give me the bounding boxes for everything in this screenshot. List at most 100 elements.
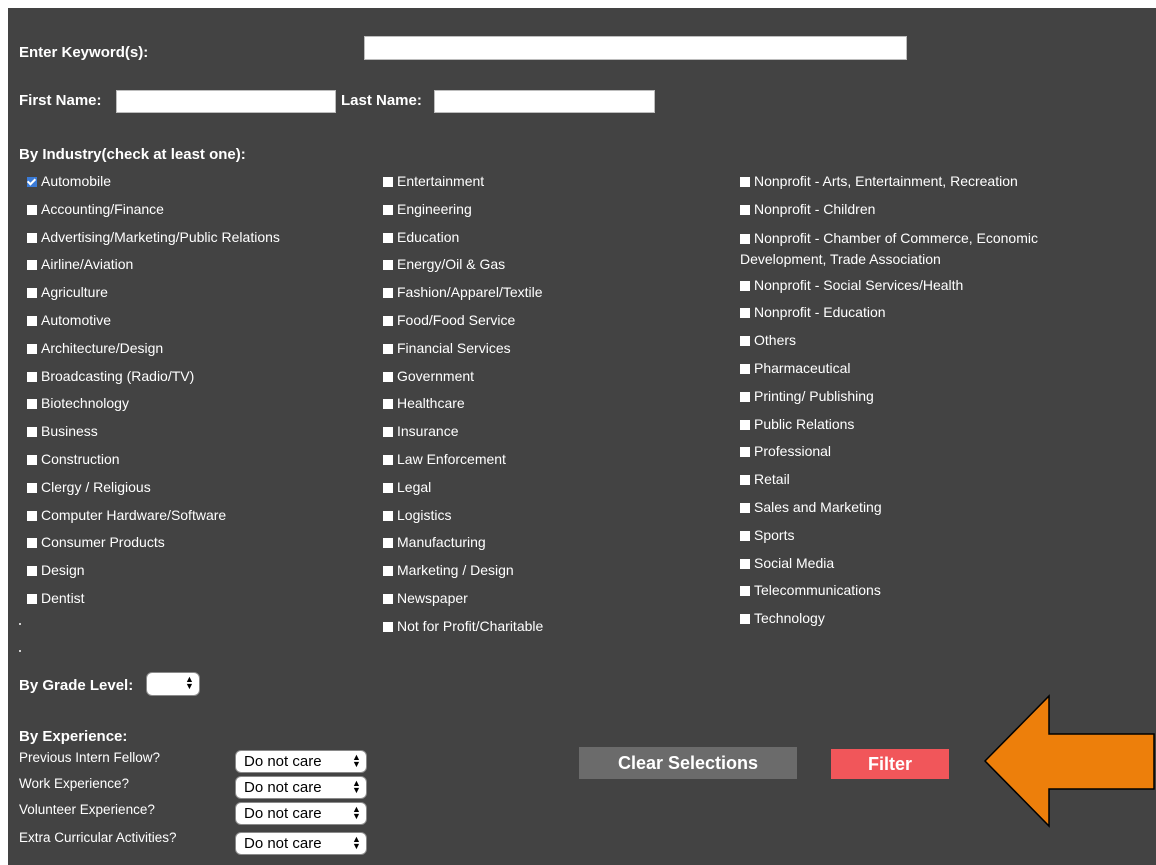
industry-item[interactable]: Airline/Aviation <box>27 255 367 283</box>
checkbox-checked[interactable] <box>27 177 37 187</box>
industry-item[interactable]: Nonprofit - Arts, Entertainment, Recreat… <box>740 172 1110 200</box>
checkbox[interactable] <box>740 336 750 347</box>
checkbox[interactable] <box>27 593 37 604</box>
industry-item[interactable]: Fashion/Apparel/Textile <box>383 283 723 311</box>
clear-selections-button[interactable]: Clear Selections <box>579 747 797 779</box>
checkbox[interactable] <box>383 427 393 438</box>
industry-item[interactable]: Telecommunications <box>740 581 1110 609</box>
intern-fellow-select[interactable]: Do not care ▲ ▼ <box>235 750 367 773</box>
checkbox[interactable] <box>383 288 393 299</box>
industry-item[interactable]: Construction <box>27 450 367 478</box>
industry-item[interactable]: Insurance <box>383 422 723 450</box>
checkbox[interactable] <box>383 621 393 632</box>
industry-item[interactable]: Logistics <box>383 506 723 534</box>
checkbox[interactable] <box>27 260 37 271</box>
checkbox[interactable] <box>27 315 37 326</box>
industry-item[interactable]: Nonprofit - Education <box>740 303 1110 331</box>
industry-item[interactable]: Food/Food Service <box>383 311 723 339</box>
checkbox[interactable] <box>27 343 37 354</box>
industry-item[interactable]: Sports <box>740 526 1110 554</box>
checkbox[interactable] <box>740 363 750 374</box>
industry-item[interactable]: Nonprofit - Chamber of Commerce, Economi… <box>740 228 1110 276</box>
checkbox[interactable] <box>383 204 393 215</box>
industry-item[interactable]: Government <box>383 367 723 395</box>
checkbox[interactable] <box>27 510 37 521</box>
checkbox[interactable] <box>740 204 750 215</box>
industry-item[interactable]: Nonprofit - Children <box>740 200 1110 228</box>
industry-item[interactable]: Technology <box>740 609 1110 637</box>
industry-item[interactable]: Others <box>740 331 1110 359</box>
checkbox[interactable] <box>27 371 37 382</box>
checkbox[interactable] <box>740 447 750 458</box>
industry-item[interactable]: Nonprofit - Social Services/Health <box>740 276 1110 304</box>
industry-item[interactable]: Automotive <box>27 311 367 339</box>
checkbox[interactable] <box>383 177 393 187</box>
industry-item[interactable]: Financial Services <box>383 339 723 367</box>
checkbox[interactable] <box>740 177 750 187</box>
checkbox[interactable] <box>27 232 37 243</box>
industry-item[interactable]: Business <box>27 422 367 450</box>
grade-level-select[interactable]: ▲ ▼ <box>146 672 200 696</box>
industry-item[interactable]: Biotechnology <box>27 394 367 422</box>
checkbox[interactable] <box>27 454 37 465</box>
checkbox[interactable] <box>740 558 750 569</box>
volunteer-experience-select[interactable]: Do not care ▲ ▼ <box>235 802 367 825</box>
first-name-input[interactable] <box>116 90 336 113</box>
checkbox[interactable] <box>27 538 37 549</box>
checkbox[interactable] <box>740 280 750 291</box>
industry-item[interactable]: Broadcasting (Radio/TV) <box>27 367 367 395</box>
checkbox[interactable] <box>27 399 37 410</box>
industry-item[interactable]: Sales and Marketing <box>740 498 1110 526</box>
industry-item[interactable]: Social Media <box>740 554 1110 582</box>
checkbox[interactable] <box>383 593 393 604</box>
industry-item[interactable]: Healthcare <box>383 394 723 422</box>
checkbox[interactable] <box>383 371 393 382</box>
industry-item[interactable]: Entertainment <box>383 172 723 200</box>
extracurricular-select[interactable]: Do not care ▲ ▼ <box>235 832 367 855</box>
industry-item[interactable]: Accounting/Finance <box>27 200 367 228</box>
checkbox[interactable] <box>383 482 393 493</box>
checkbox[interactable] <box>27 288 37 299</box>
checkbox[interactable] <box>383 260 393 271</box>
checkbox[interactable] <box>383 315 393 326</box>
industry-item[interactable]: Dentist <box>27 589 367 617</box>
industry-item[interactable]: Retail <box>740 470 1110 498</box>
last-name-input[interactable] <box>434 90 655 113</box>
checkbox[interactable] <box>740 586 750 597</box>
industry-item[interactable]: Pharmaceutical <box>740 359 1110 387</box>
industry-item[interactable]: Not for Profit/Charitable <box>383 617 723 645</box>
checkbox[interactable] <box>27 204 37 215</box>
keyword-input[interactable] <box>364 36 907 60</box>
industry-item[interactable]: Newspaper <box>383 589 723 617</box>
checkbox[interactable] <box>740 391 750 402</box>
checkbox[interactable] <box>740 475 750 486</box>
checkbox[interactable] <box>383 538 393 549</box>
checkbox[interactable] <box>383 454 393 465</box>
checkbox[interactable] <box>27 482 37 493</box>
checkbox[interactable] <box>740 502 750 513</box>
filter-button[interactable]: Filter <box>831 749 949 779</box>
work-experience-select[interactable]: Do not care ▲ ▼ <box>235 776 367 799</box>
industry-item[interactable]: Computer Hardware/Software <box>27 506 367 534</box>
industry-item[interactable]: Professional <box>740 442 1110 470</box>
checkbox[interactable] <box>740 233 750 244</box>
industry-item[interactable]: Marketing / Design <box>383 561 723 589</box>
industry-item[interactable]: Engineering <box>383 200 723 228</box>
industry-item[interactable]: Printing/ Publishing <box>740 387 1110 415</box>
checkbox[interactable] <box>383 566 393 577</box>
checkbox[interactable] <box>740 530 750 541</box>
industry-item[interactable]: Clergy / Religious <box>27 478 367 506</box>
checkbox[interactable] <box>27 427 37 438</box>
industry-item[interactable]: Manufacturing <box>383 533 723 561</box>
checkbox[interactable] <box>383 232 393 243</box>
industry-item[interactable]: Architecture/Design <box>27 339 367 367</box>
checkbox[interactable] <box>740 614 750 625</box>
checkbox[interactable] <box>383 343 393 354</box>
industry-item[interactable]: Advertising/Marketing/Public Relations <box>27 228 367 256</box>
checkbox[interactable] <box>740 419 750 430</box>
checkbox[interactable] <box>740 308 750 319</box>
checkbox[interactable] <box>383 510 393 521</box>
industry-item[interactable]: Law Enforcement <box>383 450 723 478</box>
industry-item[interactable]: Energy/Oil & Gas <box>383 255 723 283</box>
industry-item[interactable]: Consumer Products <box>27 533 367 561</box>
